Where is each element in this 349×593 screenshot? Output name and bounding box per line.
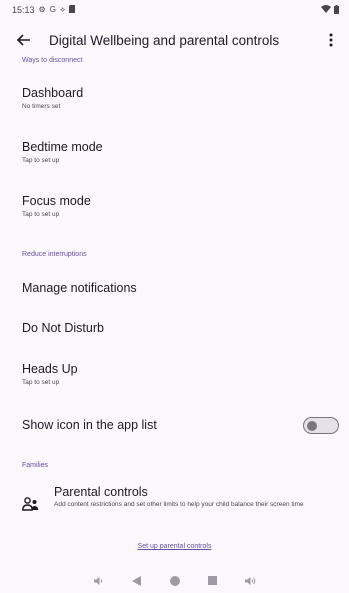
- bedtime-mode-item[interactable]: Bedtime mode Tap to set up: [22, 140, 337, 165]
- status-left: 15:13 ⚙ G ⟡: [12, 5, 76, 15]
- section-header-reduce-interruptions: Reduce interruptions: [22, 251, 87, 258]
- family-icon: [22, 497, 39, 511]
- battery-icon: [334, 4, 339, 16]
- location-icon: ⟡: [59, 5, 66, 14]
- status-right: [321, 4, 339, 16]
- section-header-families: Families: [22, 462, 49, 469]
- focus-mode-summary: Tap to set up: [22, 211, 60, 218]
- wifi-icon: [321, 5, 331, 15]
- navigation-bar: [0, 568, 349, 593]
- google-g-icon: G: [49, 5, 56, 14]
- bedtime-mode-title: Bedtime mode: [22, 140, 103, 154]
- dashboard-item[interactable]: Dashboard No timers set: [22, 86, 337, 111]
- do-not-disturb-item[interactable]: Do Not Disturb: [22, 321, 337, 336]
- more-vert-icon[interactable]: [323, 31, 339, 49]
- show-icon-item[interactable]: Show icon in the app list: [22, 418, 337, 433]
- focus-mode-title: Focus mode: [22, 194, 91, 208]
- toggle-knob: [307, 420, 317, 431]
- arrow-back-icon[interactable]: [13, 29, 35, 51]
- volume-down-icon[interactable]: [92, 574, 106, 588]
- focus-mode-item[interactable]: Focus mode Tap to set up: [22, 194, 337, 219]
- volume-up-icon[interactable]: [244, 574, 258, 588]
- status-bar: 15:13 ⚙ G ⟡: [0, 0, 349, 20]
- section-header-ways-to-disconnect: Ways to disconnect: [22, 57, 83, 64]
- manage-notifications-title: Manage notifications: [22, 281, 137, 295]
- parental-controls-summary: Add content restrictions and set other l…: [54, 501, 304, 508]
- show-icon-title: Show icon in the app list: [22, 418, 157, 432]
- manage-notifications-item[interactable]: Manage notifications: [22, 281, 337, 296]
- page-title: Digital Wellbeing and parental controls: [49, 32, 280, 48]
- dashboard-summary: No timers set: [22, 103, 61, 110]
- parental-controls-title: Parental controls: [54, 485, 148, 499]
- show-icon-toggle[interactable]: [303, 417, 339, 434]
- back-triangle-icon[interactable]: [130, 574, 144, 588]
- parental-controls-item[interactable]: Parental controls Add content restrictio…: [54, 485, 343, 509]
- status-time: 15:13: [12, 5, 35, 15]
- heads-up-title: Heads Up: [22, 362, 78, 376]
- app-bar: Digital Wellbeing and parental controls: [0, 22, 349, 58]
- gear-icon: ⚙: [38, 5, 46, 14]
- recents-square-icon[interactable]: [206, 574, 220, 588]
- heads-up-summary: Tap to set up: [22, 379, 60, 386]
- setup-parental-controls-link[interactable]: Set up parental controls: [0, 543, 349, 550]
- heads-up-item[interactable]: Heads Up Tap to set up: [22, 362, 337, 387]
- bedtime-mode-summary: Tap to set up: [22, 157, 60, 164]
- home-circle-icon[interactable]: [168, 574, 182, 588]
- sd-card-icon: [69, 5, 76, 15]
- do-not-disturb-title: Do Not Disturb: [22, 321, 104, 335]
- dashboard-title: Dashboard: [22, 86, 84, 100]
